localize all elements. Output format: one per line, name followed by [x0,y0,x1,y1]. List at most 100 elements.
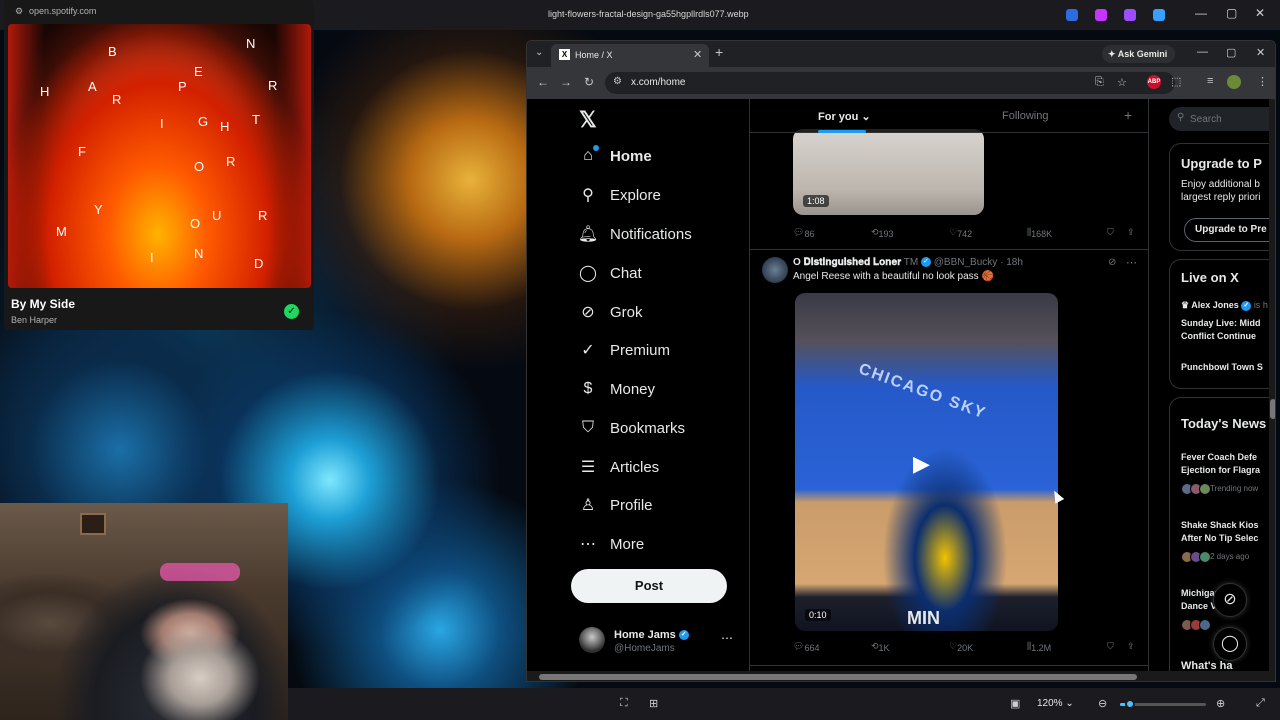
zoom-in-icon[interactable]: ⊕ [1216,697,1225,710]
x-logo[interactable]: 𝕏 [579,107,597,133]
actual-size-icon[interactable]: ▣ [1010,697,1020,710]
scrollbar-thumb[interactable] [1270,399,1275,419]
tab-search-icon[interactable]: ⌄ [535,47,543,58]
nav-premium[interactable]: ✓ Premium [577,335,670,365]
new-tab-icon[interactable]: + [715,44,723,60]
zoom-level[interactable]: 120% ⌄ [1037,698,1074,709]
extensions-icon[interactable]: ⬚ [1171,75,1181,88]
news-title[interactable]: Dance V [1181,601,1217,611]
zoom-slider-knob[interactable] [1125,699,1136,709]
grok-fab-icon[interactable]: ⊘ [1213,583,1247,617]
ocr-icon[interactable]: ⊞ [649,697,658,710]
tab-home-x[interactable]: X Home / X ✕ [551,44,709,67]
nav-notifications[interactable]: 🔔︎ Notifications [577,219,692,249]
install-app-icon[interactable]: ⎘ [1095,76,1104,89]
scrollbar-thumb[interactable] [539,674,1137,680]
close-icon[interactable]: ✕ [1255,6,1265,20]
app-icon-1[interactable] [1066,9,1078,21]
track-title[interactable]: By My Side [11,297,75,311]
news-title[interactable]: Ejection for Flagra [1181,465,1260,475]
zoom-slider[interactable] [1120,699,1206,709]
back-icon[interactable]: ← [537,75,549,89]
post-video[interactable]: 1:08 [793,129,984,215]
address-bar[interactable]: ⚙ x.com/home ⎘ ☆ [605,72,1175,94]
play-icon[interactable]: ▶ [913,451,930,477]
browser-minimize-icon[interactable]: — [1197,46,1208,58]
nav-more[interactable]: ⋯ More [577,529,644,559]
account-switcher[interactable]: Home Jams ✓ @HomeJams ⋯ [579,627,739,657]
vertical-scrollbar[interactable] [1269,99,1275,671]
maximize-icon[interactable]: ▢ [1226,6,1237,20]
cover-letter: R [268,78,278,93]
nav-grok[interactable]: ⊘ Grok [577,297,642,327]
app-icon-3[interactable] [1124,9,1136,21]
views-button[interactable]: ⫼ 168K [1027,227,1052,239]
reply-button[interactable]: 💬︎ 86 [793,227,814,239]
nav-bookmarks[interactable]: ⛉ Bookmarks [577,413,685,443]
grok-icon[interactable]: ⊘ [1108,257,1116,268]
address-text[interactable]: x.com/home [631,77,685,88]
nav-articles[interactable]: ☰ Articles [577,452,659,482]
share-icon[interactable]: ⇪ [1127,641,1135,652]
fit-icon[interactable]: ⛶ [620,697,628,710]
live-title[interactable]: Conflict Continue [1181,331,1256,341]
repost-button[interactable]: ⟲ 1K [871,641,890,653]
nav-explore[interactable]: ⚲ Explore [577,180,661,210]
browser-menu-icon[interactable]: ⋮ [1257,75,1268,88]
app-icon-2[interactable] [1095,9,1107,21]
reload-icon[interactable]: ↻ [584,75,594,89]
nav-home[interactable]: ⌂ Home [577,141,652,171]
tab-following[interactable]: Following [1002,110,1048,122]
minimize-icon[interactable]: — [1195,6,1207,20]
x-page: 𝕏 ⌂ Home ⚲ Explore 🔔︎ Notifications ◯ Ch… [527,99,1275,671]
post-author[interactable]: O 𝐃𝐢𝐬𝐭𝐢𝐧𝐠𝐮𝐢𝐬𝐡𝐞𝐝 𝐋𝐨𝐧𝐞𝐫 [793,257,901,268]
horizontal-scrollbar[interactable] [527,671,1275,681]
adblock-extension-icon[interactable]: ABP [1147,75,1161,89]
check-icon[interactable]: ✓ [284,304,299,319]
news-title[interactable]: Shake Shack Kios [1181,520,1259,530]
site-settings-icon[interactable]: ⚙ [15,6,23,17]
forward-icon[interactable]: → [560,75,572,89]
app-icon-4[interactable] [1153,9,1165,21]
repost-button[interactable]: ⟲ 193 [871,227,894,239]
live-host[interactable]: ♛ Alex Jones ✓ is h [1181,300,1268,311]
avatar[interactable] [762,257,788,283]
share-icon[interactable]: ⇪ [1127,227,1135,238]
bookmark-star-icon[interactable]: ☆ [1117,76,1127,89]
track-artist[interactable]: Ben Harper [11,315,57,325]
whats-happening-heading: What's ha [1181,660,1233,671]
tab-close-icon[interactable]: ✕ [693,48,702,61]
profile-avatar[interactable] [1227,75,1241,89]
post-handle[interactable]: @BBN_Bucky [934,257,998,268]
browser-maximize-icon[interactable]: ▢ [1226,46,1236,59]
tab-for-you[interactable]: For you ⌄ [818,110,871,123]
nav-money[interactable]: $ Money [577,374,655,404]
views-button[interactable]: ⫼ 1.2M [1027,641,1051,653]
chat-fab-icon[interactable]: ◯ [1213,627,1247,661]
bookmark-icon[interactable]: ⛉ [1107,227,1114,238]
plus-icon[interactable]: + [1124,107,1132,123]
post-time[interactable]: 18h [1006,257,1023,268]
nav-chat[interactable]: ◯ Chat [577,258,642,288]
site-info-icon[interactable]: ⚙ [613,76,622,87]
like-button[interactable]: ♡ 742 [949,227,972,239]
ellipsis-icon[interactable]: ⋯ [1126,256,1137,269]
search-input[interactable]: ⚲ Search [1169,107,1275,131]
news-title[interactable]: Fever Coach Defe [1181,452,1257,462]
post-button[interactable]: Post [571,569,727,603]
live-title[interactable]: Punchbowl Town S [1181,362,1263,372]
live-title[interactable]: Sunday Live: Midd [1181,318,1261,328]
zoom-out-icon[interactable]: ⊖ [1098,697,1107,710]
upgrade-button[interactable]: Upgrade to Pre [1184,218,1275,242]
like-button[interactable]: ♡ 20K [949,641,973,653]
ellipsis-icon[interactable]: ⋯ [721,631,733,645]
ask-gemini-button[interactable]: ✦ Ask Gemini [1102,45,1176,63]
post-video[interactable]: CHICAGO SKY ▶ MIN 0:10 [795,293,1058,631]
media-controls-icon[interactable]: ≡ [1207,75,1213,87]
reply-button[interactable]: 💬︎ 664 [793,641,819,653]
fullscreen-icon[interactable]: ⤢ [1256,697,1265,710]
nav-profile[interactable]: ♙ Profile [577,490,653,520]
bookmark-icon[interactable]: ⛉ [1107,641,1114,652]
news-title[interactable]: After No Tip Selec [1181,533,1258,543]
browser-close-icon[interactable]: ✕ [1256,46,1265,59]
